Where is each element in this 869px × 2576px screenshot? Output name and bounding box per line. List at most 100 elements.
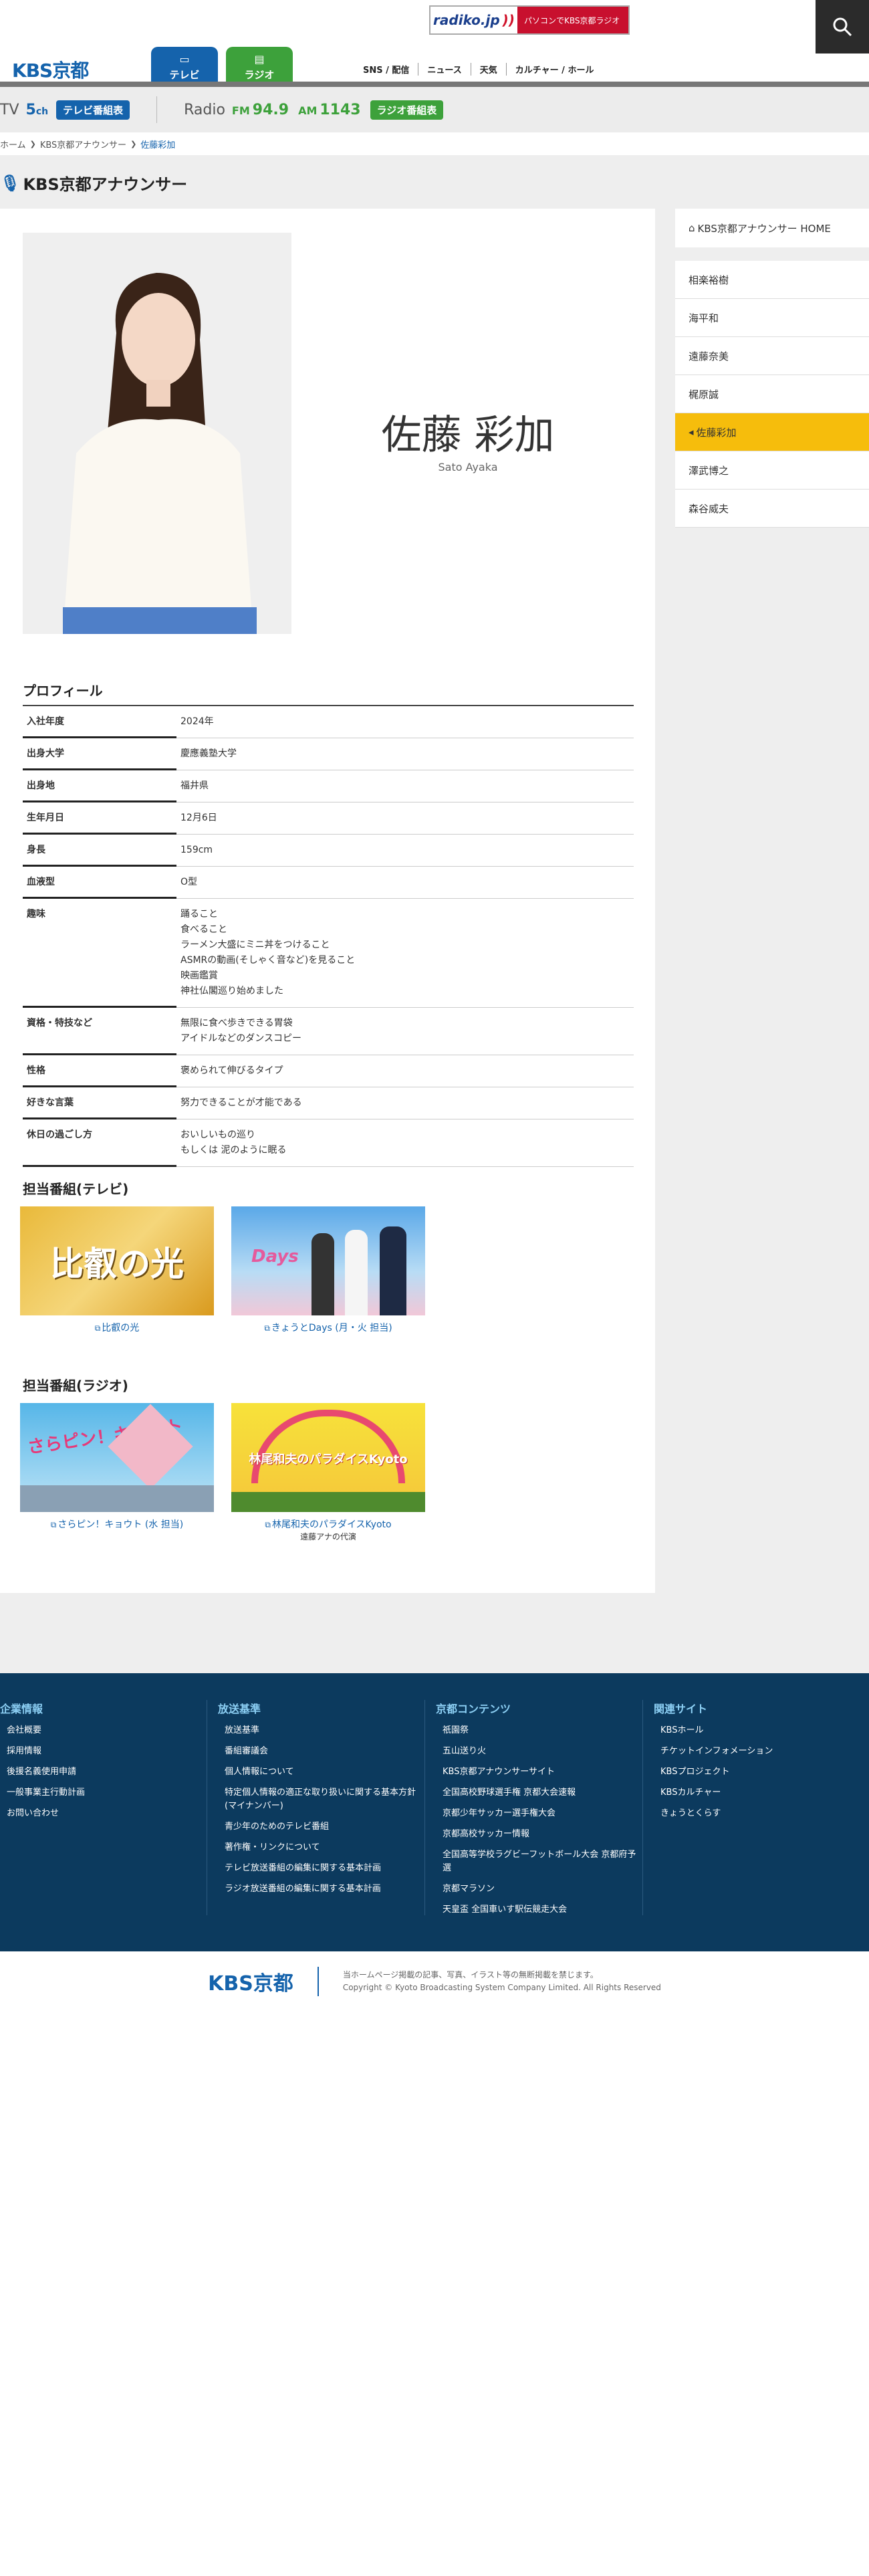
- program-link[interactable]: ⧉ 林尾和夫のパラダイスKyoto: [231, 1517, 425, 1531]
- profile-value: 慶應義塾大学: [180, 748, 237, 759]
- footer-link[interactable]: 京都高校サッカー情報: [443, 1828, 642, 1841]
- program-link[interactable]: ⧉ きょうとDays (月・火 担当): [231, 1321, 425, 1334]
- sidebar-home-link[interactable]: ⌂ KBS京都アナウンサー HOME: [675, 209, 869, 247]
- sidebar-item-announcer[interactable]: 相楽裕樹: [675, 261, 869, 299]
- radiko-text: パソコンでKBS京都ラジオ: [517, 7, 628, 33]
- sidebar-item-announcer[interactable]: 梶原誠: [675, 375, 869, 413]
- program-bar: TV 5ch テレビ番組表 Radio FM 94.9 AM 1143 ラジオ番組表: [0, 87, 869, 132]
- profile-row: 資格・特技など 無限に食べ歩きできる胃袋 アイドルなどのダンスコピー: [23, 1008, 634, 1055]
- program-thumbnail: 比叡の光: [20, 1206, 214, 1315]
- profile-row: 好きな言葉 努力できることが才能である: [23, 1087, 634, 1119]
- footer-link[interactable]: 五山送り火: [443, 1745, 642, 1758]
- program-card[interactable]: 比叡の光 ⧉ 比叡の光: [20, 1206, 214, 1334]
- footer-link[interactable]: 京都少年サッカー選手権大会: [443, 1807, 642, 1820]
- program-thumbnail: Days: [231, 1206, 425, 1315]
- radio-schedule-button[interactable]: ラジオ番組表: [370, 100, 444, 120]
- footer-link[interactable]: チケットインフォメーション: [660, 1745, 861, 1758]
- nav-tab-tv[interactable]: ▭ テレビ: [151, 47, 218, 87]
- footer-link[interactable]: きょうとくらす: [660, 1807, 861, 1820]
- program-link[interactable]: ⧉ 比叡の光: [20, 1321, 214, 1334]
- footer-link[interactable]: 全国高等学校ラグビーフットボール大会 京都府予選: [443, 1848, 642, 1875]
- header-divider: [0, 82, 869, 87]
- profile-key: 趣味: [23, 899, 176, 1008]
- sidebar-item-announcer[interactable]: ◂ 佐藤彩加: [675, 413, 869, 451]
- breadcrumb-announcers[interactable]: KBS京都アナウンサー: [40, 138, 126, 150]
- main-area: 🎙 KBS京都アナウンサー 佐藤 彩加 Sato Ayaka プロフィール 入社…: [0, 155, 869, 1673]
- am-frequency: AM 1143: [298, 101, 361, 118]
- breadcrumb-home[interactable]: ホーム: [0, 138, 26, 150]
- chevron-right-icon: ❯: [130, 139, 137, 148]
- footer-link[interactable]: 個人情報について: [225, 1765, 424, 1779]
- divider: [156, 96, 158, 123]
- radio-label: Radio: [184, 101, 225, 118]
- program-card[interactable]: 林尾和夫のパラダイスKyoto ⧉ 林尾和夫のパラダイスKyoto 遠藤アナの代演: [231, 1403, 425, 1542]
- footer-link[interactable]: 放送基準: [225, 1724, 424, 1737]
- footer-link[interactable]: 全国高校野球選手権 京都大会速報: [443, 1786, 642, 1800]
- footer-link[interactable]: KBSカルチャー: [660, 1786, 861, 1800]
- announcer-name-block: 佐藤 彩加 Sato Ayaka: [348, 403, 588, 473]
- profile-row: 趣味 踊ること 食べること ラーメン大盛にミニ丼をつけること ASMRの動画(そし…: [23, 899, 634, 1008]
- footer-column: 放送基準 放送基準 番組審議会 個人情報について 特定個人情報の適正な取り扱いに関する基…: [218, 1700, 425, 1915]
- footer-link[interactable]: お問い合わせ: [7, 1807, 207, 1820]
- sidebar-item-announcer[interactable]: 森谷威夫: [675, 490, 869, 528]
- radiko-banner[interactable]: radiko.jp)) パソコンでKBS京都ラジオ: [429, 5, 630, 35]
- footer-link[interactable]: テレビ放送番組の編集に関する基本計画: [225, 1862, 424, 1875]
- sidebar-item-announcer[interactable]: 澤武博之: [675, 451, 869, 490]
- tv-programs-heading: 担当番組(テレビ): [23, 1181, 129, 1197]
- site-logo[interactable]: KBS京都: [12, 56, 89, 83]
- tv-programs-list: 比叡の光 ⧉ 比叡の光 Days ⧉ きょうとDays (月・火 担当): [20, 1206, 425, 1334]
- profile-row: 休日の過ごし方 おいしいもの巡り もしくは 泥のように眠る: [23, 1119, 634, 1167]
- profile-value: 159cm: [180, 845, 213, 855]
- footer-link[interactable]: 後援名義使用申請: [7, 1765, 207, 1779]
- footer-link[interactable]: ラジオ放送番組の編集に関する基本計画: [225, 1883, 424, 1896]
- nav-tab-label: テレビ: [169, 68, 200, 81]
- program-link[interactable]: ⧉ さらピン！キョウト (水 担当): [20, 1517, 214, 1531]
- tv-label: TV: [0, 101, 19, 118]
- announcer-name-romaji: Sato Ayaka: [438, 461, 498, 473]
- footer-link[interactable]: 青少年のためのテレビ番組: [225, 1820, 424, 1834]
- footer-bottom: KBS京都 当ホームページ掲載の記事、写真、イラスト等の無断掲載を禁じます。 C…: [0, 1951, 869, 2012]
- external-link-icon: ⧉: [265, 1520, 271, 1529]
- nav-tab-label: ラジオ: [244, 68, 275, 81]
- site-header: radiko.jp)) パソコンでKBS京都ラジオ KBS京都 ▭ テレビ ▤ …: [0, 0, 869, 87]
- footer-link[interactable]: 特定個人情報の適正な取り扱いに関する基本方針(マイナンバー): [225, 1786, 424, 1813]
- footer-link[interactable]: 一般事業主行動計画: [7, 1786, 207, 1800]
- sidebar-item-announcer[interactable]: 海平和: [675, 299, 869, 337]
- footer-link[interactable]: KBSプロジェクト: [660, 1765, 861, 1779]
- radio-programs-heading: 担当番組(ラジオ): [23, 1378, 128, 1394]
- footer-link[interactable]: 著作権・リンクについて: [225, 1841, 424, 1854]
- profile-value: 褒められて伸びるタイプ: [180, 1065, 283, 1076]
- profile-key: 休日の過ごし方: [23, 1119, 176, 1167]
- profile-heading: プロフィール: [23, 680, 634, 706]
- profile-key: 資格・特技など: [23, 1008, 176, 1055]
- program-card[interactable]: さらピン！キョウト ⧉ さらピン！キョウト (水 担当): [20, 1403, 214, 1542]
- link-weather[interactable]: 天気: [470, 63, 506, 76]
- sidebar-item-announcer[interactable]: 遠藤奈美: [675, 337, 869, 375]
- footer-link[interactable]: KBS京都アナウンサーサイト: [443, 1765, 642, 1779]
- tv-schedule-button[interactable]: テレビ番組表: [56, 100, 130, 120]
- profile-value: 福井県: [180, 780, 209, 791]
- profile-key: 血液型: [23, 867, 176, 899]
- footer-copyright: 当ホームページ掲載の記事、写真、イラスト等の無断掲載を禁じます。 Copyrig…: [342, 1970, 661, 1992]
- radiko-logo: radiko.jp)): [430, 7, 517, 33]
- link-culture[interactable]: カルチャー / ホール: [505, 63, 603, 76]
- footer-link[interactable]: 祇園祭: [443, 1724, 642, 1737]
- tv-icon: ▭: [179, 52, 190, 66]
- footer-link[interactable]: 番組審議会: [225, 1745, 424, 1758]
- link-sns[interactable]: SNS / 配信: [354, 63, 418, 76]
- announcer-photo: [23, 233, 291, 634]
- link-news[interactable]: ニュース: [418, 63, 470, 76]
- footer-logo[interactable]: KBS京都: [208, 1967, 319, 1996]
- program-card[interactable]: Days ⧉ きょうとDays (月・火 担当): [231, 1206, 425, 1334]
- footer-link[interactable]: 京都マラソン: [443, 1883, 642, 1896]
- search-button[interactable]: [816, 0, 869, 53]
- main-nav: ▭ テレビ ▤ ラジオ: [151, 47, 293, 87]
- footer-link[interactable]: 会社概要: [7, 1724, 207, 1737]
- profile-value: 努力できることが才能である: [180, 1097, 302, 1108]
- footer-link[interactable]: KBSホール: [660, 1724, 861, 1737]
- footer-link[interactable]: 天皇盃 全国車いす駅伝競走大会: [443, 1903, 642, 1917]
- footer-link[interactable]: 採用情報: [7, 1745, 207, 1758]
- program-note: 遠藤アナの代演: [300, 1532, 356, 1541]
- profile-row: 入社年度 2024年: [23, 706, 634, 738]
- nav-tab-radio[interactable]: ▤ ラジオ: [226, 47, 293, 87]
